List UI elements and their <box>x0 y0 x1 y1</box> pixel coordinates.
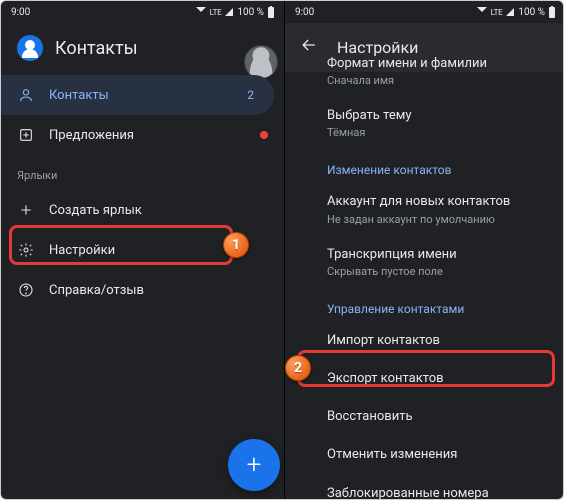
gear-icon <box>17 241 35 259</box>
nav-label: Создать ярлык <box>49 203 142 218</box>
app-header: Контакты <box>1 23 284 75</box>
lte-label: LTE <box>491 8 503 17</box>
lte-label: LTE <box>210 8 222 17</box>
setting-value: Тёмная <box>327 126 545 139</box>
notification-dot-icon <box>260 131 268 139</box>
setting-export[interactable]: Экспорт контактов <box>285 360 564 398</box>
nav-label: Настройки <box>49 243 115 258</box>
setting-undo[interactable]: Отменить изменения <box>285 436 564 474</box>
setting-label: Восстановить <box>327 408 545 426</box>
status-bar: 9:00 LTE 100 % <box>1 1 284 23</box>
battery-icon <box>268 7 274 18</box>
setting-label: Транскрипция имени <box>327 246 545 264</box>
setting-label: Выбрать тему <box>327 107 545 125</box>
nav-count: 2 <box>247 88 258 102</box>
setting-theme[interactable]: Выбрать тему Тёмная <box>285 97 564 149</box>
setting-phonetic[interactable]: Транскрипция имени Скрывать пустое поле <box>285 236 564 288</box>
annotation-callout-1: 1 <box>223 232 249 258</box>
annotation-callout-2: 2 <box>285 355 311 381</box>
app-title: Контакты <box>55 38 138 59</box>
setting-name-format[interactable]: Формат имени и фамилии Сначала имя <box>285 55 564 97</box>
battery-label: 100 % <box>237 7 264 18</box>
signal-icon <box>506 8 514 16</box>
setting-value: Не задан аккаунт по умолчанию <box>327 213 545 226</box>
wifi-icon <box>196 7 206 17</box>
group-header-manage: Управление контактами <box>285 288 564 322</box>
account-avatar[interactable] <box>244 45 278 79</box>
status-time: 9:00 <box>295 7 314 18</box>
nav-item-contacts[interactable]: Контакты 2 <box>1 75 274 115</box>
battery-label: 100 % <box>518 7 545 18</box>
person-icon <box>17 86 35 104</box>
setting-blocked[interactable]: Заблокированные номера <box>285 475 564 500</box>
plus-icon: + <box>247 450 262 480</box>
nav-label: Предложения <box>49 128 134 143</box>
wifi-icon <box>477 7 487 17</box>
setting-label: Формат имени и фамилии <box>327 55 545 73</box>
nav-item-suggestions[interactable]: Предложения <box>1 115 284 155</box>
fab-add-contact[interactable]: + <box>228 439 280 491</box>
status-bar: 9:00 LTE 100 % <box>285 1 564 23</box>
nav-item-help[interactable]: Справка/отзыв <box>1 270 284 310</box>
labels-section-header: Ярлыки <box>1 155 284 190</box>
help-icon <box>17 281 35 299</box>
nav-label: Справка/отзыв <box>49 283 144 298</box>
nav-item-create-label[interactable]: Создать ярлык <box>1 190 284 230</box>
battery-icon <box>549 7 555 18</box>
setting-default-account[interactable]: Аккаунт для новых контактов Не задан акк… <box>285 183 564 235</box>
setting-import[interactable]: Импорт контактов <box>285 322 564 360</box>
setting-label: Импорт контактов <box>327 332 545 350</box>
setting-label: Заблокированные номера <box>327 485 545 500</box>
setting-value: Скрывать пустое поле <box>327 265 545 278</box>
phone-screen-settings: 9:00 LTE 100 % Настройки Формат имени и … <box>285 1 564 500</box>
setting-label: Отменить изменения <box>327 446 545 464</box>
group-header-edit: Изменение контактов <box>285 149 564 183</box>
nav-label: Контакты <box>49 88 109 103</box>
status-time: 9:00 <box>11 7 30 18</box>
setting-label: Аккаунт для новых контактов <box>327 193 545 211</box>
sparkle-icon <box>17 126 35 144</box>
setting-restore[interactable]: Восстановить <box>285 398 564 436</box>
setting-label: Экспорт контактов <box>327 370 545 388</box>
setting-value: Сначала имя <box>327 74 545 87</box>
contacts-app-icon <box>17 35 43 61</box>
signal-icon <box>225 8 233 16</box>
plus-icon <box>17 201 35 219</box>
